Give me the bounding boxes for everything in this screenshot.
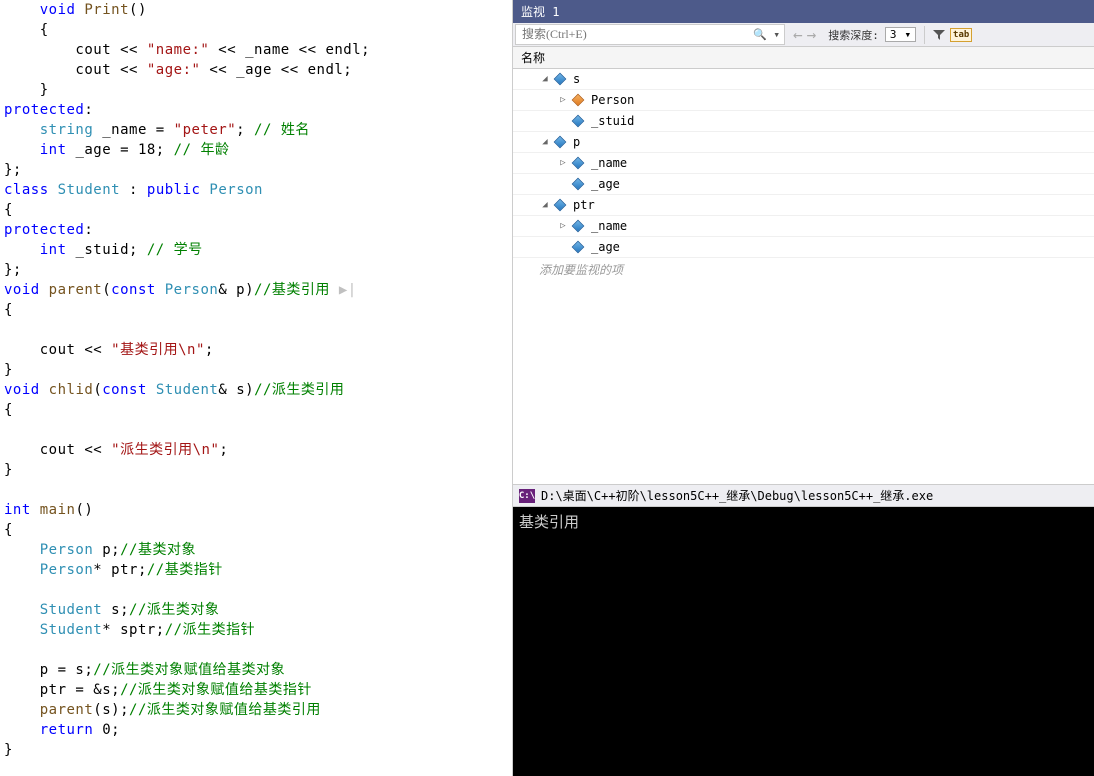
code-line[interactable]: }	[4, 740, 512, 760]
code-line[interactable]	[4, 480, 512, 500]
code-line[interactable]: int main()	[4, 500, 512, 520]
code-line[interactable]: void Print()	[4, 0, 512, 20]
code-line[interactable]: {	[4, 300, 512, 320]
console-output: 基类引用	[513, 507, 1094, 776]
variable-name: _age	[591, 240, 1094, 254]
code-line[interactable]: Person p;//基类对象	[4, 540, 512, 560]
code-line[interactable]: }	[4, 80, 512, 100]
watch-row[interactable]: _age	[513, 237, 1094, 258]
variable-icon	[569, 114, 587, 128]
console-path: D:\桌面\C++初阶\lesson5C++_继承\Debug\lesson5C…	[541, 487, 933, 504]
watch-row[interactable]: ◢ ptr	[513, 195, 1094, 216]
code-line[interactable]: Student s;//派生类对象	[4, 600, 512, 620]
code-line[interactable]: void parent(const Person& p)//基类引用 ▶|	[4, 280, 512, 300]
watch-title: 监视 1	[513, 0, 1094, 23]
expander-icon[interactable]: ◢	[539, 74, 551, 84]
watch-row[interactable]: ▷ Person	[513, 90, 1094, 111]
code-line[interactable]	[4, 580, 512, 600]
expander-icon[interactable]: ▷	[557, 221, 569, 231]
variable-name: ptr	[573, 198, 1094, 212]
depth-label: 搜索深度:	[828, 27, 879, 43]
variable-icon	[569, 219, 587, 233]
code-line[interactable]: {	[4, 200, 512, 220]
variable-icon	[569, 240, 587, 254]
variable-icon	[569, 177, 587, 191]
watch-row[interactable]: _age	[513, 174, 1094, 195]
table-view-icon[interactable]: tab	[951, 25, 971, 45]
code-line[interactable]: class Student : public Person	[4, 180, 512, 200]
code-line[interactable]: return 0;	[4, 720, 512, 740]
code-line[interactable]: protected:	[4, 100, 512, 120]
code-line[interactable]: Student* sptr;//派生类指针	[4, 620, 512, 640]
code-line[interactable]: string _name = "peter"; // 姓名	[4, 120, 512, 140]
watch-row[interactable]: ◢p	[513, 132, 1094, 153]
watch-panel: 监视 1 🔍 ▾ ← → 搜索深度: 3▾ tab	[513, 0, 1094, 484]
variable-icon	[551, 135, 569, 149]
code-line[interactable]: int _stuid; // 学号	[4, 240, 512, 260]
variable-name: Person	[591, 93, 1094, 107]
nav-back-icon[interactable]: ←	[791, 25, 805, 44]
code-line[interactable]: cout << "name:" << _name << endl;	[4, 40, 512, 60]
expander-icon[interactable]: ▷	[557, 158, 569, 168]
variable-name: s	[573, 72, 1094, 86]
code-line[interactable]	[4, 420, 512, 440]
variable-icon	[569, 156, 587, 170]
code-line[interactable]: int _age = 18; // 年龄	[4, 140, 512, 160]
add-watch-placeholder[interactable]: 添加要监视的项	[513, 258, 1094, 281]
code-line[interactable]: p = s;//派生类对象赋值给基类对象	[4, 660, 512, 680]
code-line[interactable]: {	[4, 20, 512, 40]
code-line[interactable]: void chlid(const Student& s)//派生类引用	[4, 380, 512, 400]
code-line[interactable]: {	[4, 400, 512, 420]
watch-row[interactable]: ◢s	[513, 69, 1094, 90]
search-icon[interactable]: 🔍 ▾	[749, 28, 784, 41]
code-line[interactable]: };	[4, 160, 512, 180]
variable-icon	[551, 198, 569, 212]
code-editor[interactable]: void Print() { cout << "name:" << _name …	[0, 0, 512, 776]
code-line[interactable]: ptr = &s;//派生类对象赋值给基类指针	[4, 680, 512, 700]
code-line[interactable]: Person* ptr;//基类指针	[4, 560, 512, 580]
expander-icon[interactable]: ▷	[557, 95, 569, 105]
filter-icon[interactable]	[929, 25, 949, 45]
console-title-bar: C:\ D:\桌面\C++初阶\lesson5C++_继承\Debug\less…	[513, 484, 1094, 507]
watch-column-header[interactable]: 名称	[513, 47, 1094, 69]
code-line[interactable]: cout << "age:" << _age << endl;	[4, 60, 512, 80]
code-line[interactable]: cout << "基类引用\n";	[4, 340, 512, 360]
code-line[interactable]: parent(s);//派生类对象赋值给基类引用	[4, 700, 512, 720]
watch-row[interactable]: ▷ _name	[513, 216, 1094, 237]
watch-row[interactable]: _stuid	[513, 111, 1094, 132]
depth-select[interactable]: 3▾	[885, 27, 916, 42]
watch-tree[interactable]: ◢s▷Person_stuid◢p▷_name_age◢ptr▷_name_ag…	[513, 69, 1094, 484]
watch-row[interactable]: ▷ _name	[513, 153, 1094, 174]
variable-name: _stuid	[591, 114, 1094, 128]
console-panel: C:\ D:\桌面\C++初阶\lesson5C++_继承\Debug\less…	[513, 484, 1094, 776]
code-line[interactable]	[4, 640, 512, 660]
variable-name: _name	[591, 219, 1094, 233]
variable-name: p	[573, 135, 1094, 149]
search-box[interactable]: 🔍 ▾	[515, 24, 785, 45]
watch-toolbar: 🔍 ▾ ← → 搜索深度: 3▾ tab	[513, 23, 1094, 47]
console-app-icon: C:\	[519, 489, 535, 503]
code-line[interactable]: };	[4, 260, 512, 280]
variable-name: _name	[591, 156, 1094, 170]
code-line[interactable]: cout << "派生类引用\n";	[4, 440, 512, 460]
variable-name: _age	[591, 177, 1094, 191]
search-input[interactable]	[516, 25, 749, 44]
code-line[interactable]: {	[4, 520, 512, 540]
expander-icon[interactable]: ◢	[539, 137, 551, 147]
expander-icon[interactable]: ◢	[539, 200, 551, 210]
variable-icon	[569, 93, 587, 107]
code-line[interactable]: }	[4, 460, 512, 480]
variable-icon	[551, 72, 569, 86]
code-line[interactable]: protected:	[4, 220, 512, 240]
code-line[interactable]: }	[4, 360, 512, 380]
nav-forward-icon[interactable]: →	[805, 25, 819, 44]
code-line[interactable]	[4, 320, 512, 340]
